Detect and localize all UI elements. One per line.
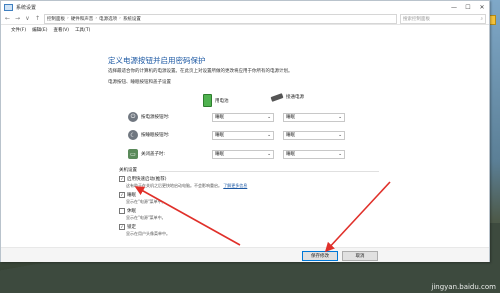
breadcrumb-item[interactable]: 系统设置 bbox=[123, 16, 141, 22]
power-button-icon: ⏻ bbox=[128, 112, 138, 122]
menu-file[interactable]: 文件(F) bbox=[11, 27, 26, 33]
breadcrumb-item[interactable]: 硬件和声音 bbox=[71, 16, 94, 22]
sleep-option: ✓ 睡眠 bbox=[119, 192, 379, 198]
chevron-down-icon: ⌄ bbox=[267, 114, 271, 120]
battery-column: 用电池 bbox=[203, 94, 229, 107]
plugged-column-label: 接通电源 bbox=[286, 95, 304, 100]
breadcrumb-item[interactable]: 控制面板 bbox=[47, 16, 65, 22]
chevron-down-icon: ⌄ bbox=[338, 114, 342, 120]
fast-startup-option: ✓ 启用快速启动(推荐) bbox=[119, 176, 379, 182]
select-value: 睡眠 bbox=[215, 152, 224, 157]
lock-option: ✓ 锁定 bbox=[119, 224, 379, 230]
fast-startup-checkbox[interactable]: ✓ bbox=[119, 176, 125, 182]
setting-label: 按电源按钮时: bbox=[141, 115, 170, 120]
lock-label: 锁定 bbox=[127, 225, 136, 230]
menu-view[interactable]: 查看(V) bbox=[53, 27, 69, 33]
battery-icon bbox=[203, 94, 212, 107]
minimize-button[interactable]: — bbox=[447, 1, 461, 13]
select-value: 睡眠 bbox=[215, 115, 224, 120]
column-headers: 用电池 接通电源 bbox=[203, 92, 403, 108]
back-arrow-icon[interactable]: ← bbox=[4, 15, 11, 22]
section-divider bbox=[159, 171, 379, 172]
plugged-select[interactable]: 睡眠 ⌄ bbox=[283, 112, 345, 122]
sleep-button-icon: ☾ bbox=[128, 130, 138, 140]
lid-icon: ▭ bbox=[128, 149, 138, 159]
sleep-checkbox[interactable]: ✓ bbox=[119, 192, 125, 198]
recent-chevron-icon[interactable]: ∨ bbox=[24, 15, 31, 22]
battery-column-label: 用电池 bbox=[215, 98, 229, 104]
battery-select[interactable]: 睡眠 ⌄ bbox=[212, 149, 274, 159]
fast-startup-description: 这有助于在关机之后更快地启动电脑。不会影响重启。 了解更多信息 bbox=[126, 183, 379, 189]
setting-label: 按睡眠按钮时: bbox=[141, 133, 170, 138]
control-panel-icon bbox=[4, 3, 13, 11]
breadcrumb: 控制面板 › 硬件和声音 › 电源选项 › 系统设置 bbox=[44, 13, 397, 24]
hibernate-label: 休眠 bbox=[127, 209, 136, 214]
close-button[interactable]: ✕ bbox=[475, 1, 489, 13]
learn-more-link[interactable]: 了解更多信息 bbox=[223, 183, 247, 188]
shutdown-section-title: 关机设置 bbox=[119, 168, 137, 173]
page-description: 选择最适合你的计算机的电源设置。在此页上对设置所做的更改将应用于你所有的电源计划… bbox=[108, 69, 293, 74]
menu-bar: 文件(F) 编辑(E) 查看(V) 工具(T) bbox=[1, 25, 489, 34]
search-icon: ⌕ bbox=[480, 16, 483, 22]
hibernate-option: 休眠 bbox=[119, 208, 379, 214]
shutdown-settings: 关机设置 ✓ 启用快速启动(推荐) 这有助于在关机之后更快地启动电脑。不会影响重… bbox=[119, 167, 379, 237]
up-arrow-icon[interactable]: ↑ bbox=[34, 15, 41, 22]
window-title: 系统设置 bbox=[16, 4, 37, 11]
breadcrumb-item[interactable]: 电源选项 bbox=[99, 16, 117, 22]
fast-startup-label: 启用快速启动(推荐) bbox=[127, 177, 167, 182]
battery-select[interactable]: 睡眠 ⌄ bbox=[212, 112, 274, 122]
plug-icon bbox=[270, 92, 284, 102]
plugged-select[interactable]: 睡眠 ⌄ bbox=[283, 130, 345, 140]
footer-bar: 保存修改 取消 bbox=[1, 247, 489, 262]
select-value: 睡眠 bbox=[215, 133, 224, 138]
plugged-column: 接通电源 bbox=[270, 92, 304, 102]
main-content: 定义电源按钮并启用密码保护 选择最适合你的计算机的电源设置。在此页上对设置所做的… bbox=[108, 55, 408, 107]
setting-label: 关闭盖子时: bbox=[141, 152, 166, 157]
lock-description: 显示在用户头像菜单中。 bbox=[126, 231, 170, 236]
breadcrumb-separator: › bbox=[119, 16, 121, 21]
setting-row-power-button: ⏻ 按电源按钮时: 睡眠 ⌄ 睡眠 ⌄ bbox=[128, 112, 388, 122]
select-value: 睡眠 bbox=[286, 133, 295, 138]
title-bar: 系统设置 — ☐ ✕ bbox=[1, 1, 489, 13]
hibernate-checkbox[interactable] bbox=[119, 208, 125, 214]
chevron-down-icon: ⌄ bbox=[338, 151, 342, 157]
select-value: 睡眠 bbox=[286, 152, 295, 157]
breadcrumb-separator: › bbox=[67, 16, 69, 21]
search-placeholder: 搜索控制面板 bbox=[403, 16, 430, 22]
plugged-select[interactable]: 睡眠 ⌄ bbox=[283, 149, 345, 159]
watermark: jingyan.baidu.com bbox=[431, 283, 496, 291]
maximize-button[interactable]: ☐ bbox=[461, 1, 475, 13]
hibernate-description: 显示在"电源"菜单中。 bbox=[126, 215, 166, 220]
sleep-description: 显示在"电源"菜单中。 bbox=[126, 199, 166, 204]
breadcrumb-separator: › bbox=[95, 16, 98, 21]
menu-edit[interactable]: 编辑(E) bbox=[32, 27, 47, 33]
lock-checkbox[interactable]: ✓ bbox=[119, 224, 125, 230]
select-value: 睡眠 bbox=[286, 115, 295, 120]
address-bar: ← → ∨ ↑ 控制面板 › 硬件和声音 › 电源选项 › 系统设置 搜索控制面板 ⌕ bbox=[1, 13, 489, 25]
save-changes-button[interactable]: 保存修改 bbox=[302, 251, 338, 261]
section-subheading: 电源按钮、睡眠按钮和盖子设置 bbox=[108, 80, 171, 85]
battery-select[interactable]: 睡眠 ⌄ bbox=[212, 130, 274, 140]
chevron-down-icon: ⌄ bbox=[267, 132, 271, 138]
cancel-button[interactable]: 取消 bbox=[342, 251, 378, 261]
forward-arrow-icon[interactable]: → bbox=[14, 15, 21, 22]
fast-startup-desc-text: 这有助于在关机之后更快地启动电脑。不会影响重启。 bbox=[126, 183, 222, 188]
sleep-label: 睡眠 bbox=[127, 193, 136, 198]
setting-row-lid: ▭ 关闭盖子时: 睡眠 ⌄ 睡眠 ⌄ bbox=[128, 149, 388, 159]
setting-row-sleep-button: ☾ 按睡眠按钮时: 睡眠 ⌄ 睡眠 ⌄ bbox=[128, 130, 388, 140]
menu-tools[interactable]: 工具(T) bbox=[75, 27, 90, 33]
page-title: 定义电源按钮并启用密码保护 bbox=[108, 56, 206, 65]
chevron-down-icon: ⌄ bbox=[338, 132, 342, 138]
chevron-down-icon: ⌄ bbox=[267, 151, 271, 157]
search-input[interactable]: 搜索控制面板 ⌕ bbox=[400, 13, 486, 24]
